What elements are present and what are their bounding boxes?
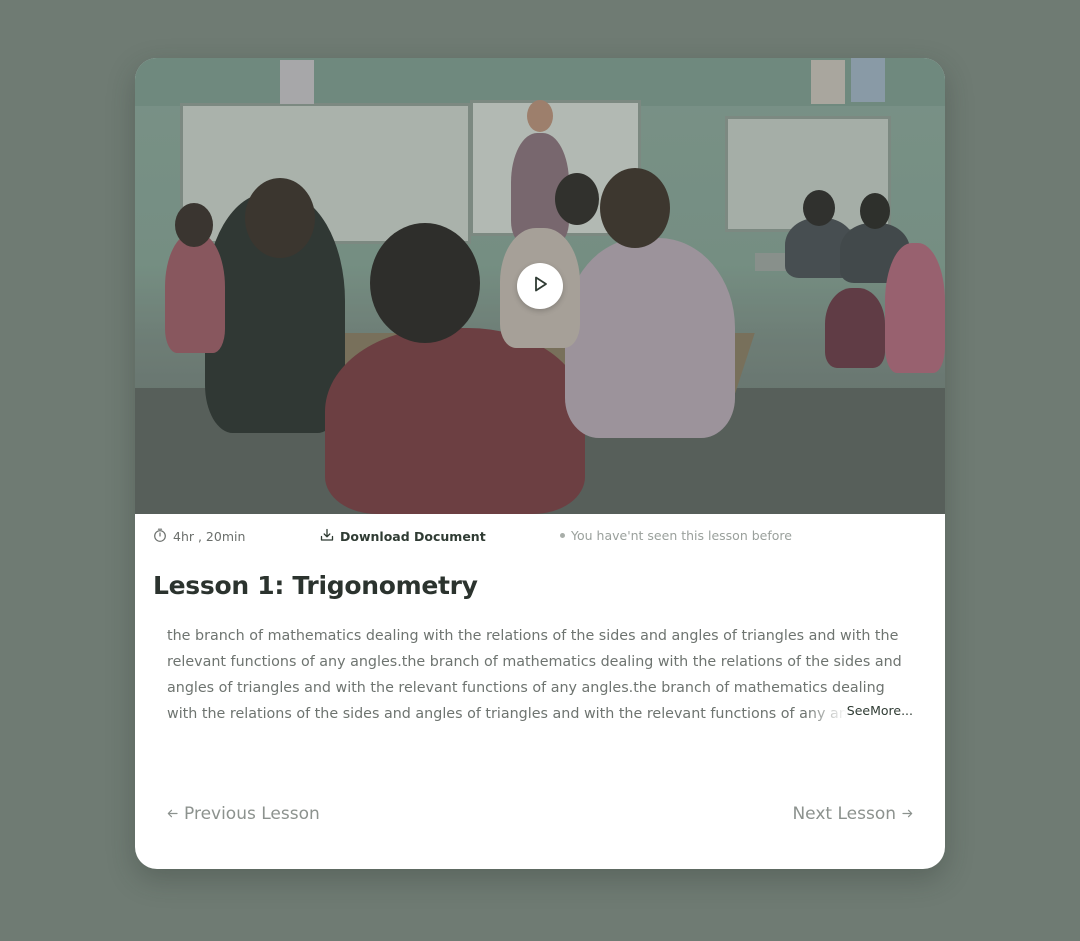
- duration-text: 4hr , 20min: [173, 529, 246, 544]
- lesson-card: 4hr , 20min Download Document You have'n…: [135, 58, 945, 869]
- next-lesson-label: Next Lesson: [792, 804, 896, 824]
- stopwatch-icon: [153, 528, 173, 545]
- next-lesson-button[interactable]: Next Lesson: [792, 804, 913, 824]
- previous-lesson-button[interactable]: Previous Lesson: [167, 804, 320, 824]
- status-dot: [560, 533, 565, 538]
- download-label: Download Document: [340, 529, 486, 544]
- download-document-link[interactable]: Download Document: [320, 528, 486, 545]
- lesson-description: the branch of mathematics dealing with t…: [167, 623, 915, 727]
- play-icon: [530, 274, 550, 298]
- seen-status-text: You have'nt seen this lesson before: [571, 528, 792, 543]
- lesson-duration: 4hr , 20min: [153, 528, 245, 545]
- download-icon: [320, 528, 340, 545]
- seen-status: You have'nt seen this lesson before: [560, 528, 792, 543]
- lesson-description-text: the branch of mathematics dealing with t…: [167, 628, 902, 722]
- previous-lesson-label: Previous Lesson: [184, 804, 320, 824]
- lesson-video[interactable]: [135, 58, 945, 514]
- arrow-right-icon: [902, 804, 913, 824]
- see-more-link[interactable]: SeeMore...: [847, 703, 913, 718]
- play-button[interactable]: [517, 263, 563, 309]
- lesson-meta: 4hr , 20min Download Document You have'n…: [153, 528, 933, 546]
- lesson-title: Lesson 1: Trigonometry: [153, 571, 478, 600]
- arrow-left-icon: [167, 804, 178, 824]
